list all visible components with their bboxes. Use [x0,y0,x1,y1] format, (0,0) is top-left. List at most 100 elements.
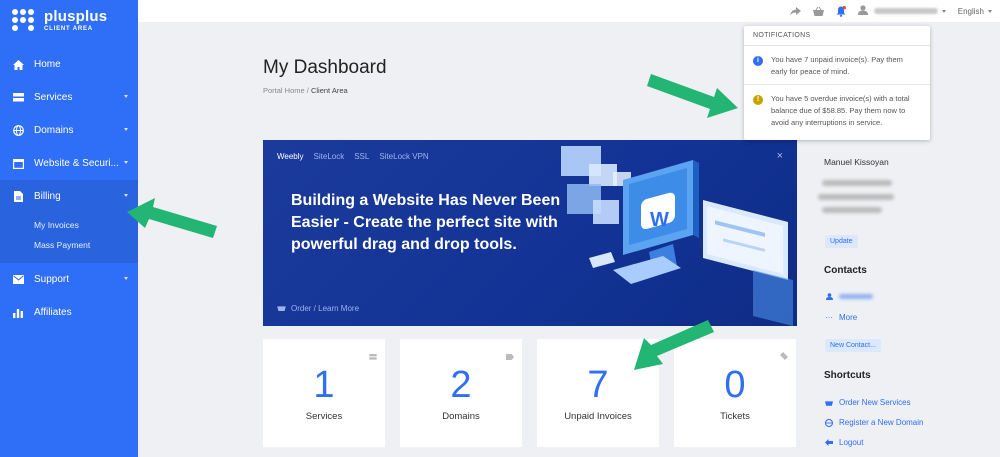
language-label: English [957,6,984,16]
window-icon [12,158,24,170]
sidebar-item-services[interactable]: Services [0,81,138,114]
sidebar-item-label: Billing [34,191,61,202]
sidebar-item-website-security[interactable]: Website & Securi... [0,147,138,180]
basket-icon [277,304,286,313]
banner-tab-sitelock-vpn[interactable]: SiteLock VPN [379,152,428,161]
shortcut-logout[interactable]: Logout [824,438,863,447]
redacted-address-line [822,180,892,186]
banner-heading: Building a Website Has Never Been Easier… [291,192,561,253]
top-bar: English [138,0,1000,22]
user-menu[interactable] [857,5,946,17]
page-title: My Dashboard [263,57,387,78]
annotation-arrow-left [127,198,217,238]
sidebar: plusplus CLIENT AREA Home Services Domai… [0,0,138,457]
notification-bell-icon[interactable] [836,5,846,17]
globe-icon [12,125,24,137]
more-contacts-link[interactable]: ··· More [824,313,857,322]
sidebar-item-home[interactable]: Home [0,48,138,81]
shortcut-register-domain[interactable]: Register a New Domain [824,418,923,427]
chevron-down-icon [941,9,946,13]
annotation-arrow-down [634,320,714,370]
warning-icon: ! [753,95,763,105]
billing-submenu: My Invoices Mass Payment [0,213,138,263]
redacted-address-line [818,194,894,200]
shortcut-label: Register a New Domain [839,418,924,427]
user-icon [824,293,834,300]
tag-icon [506,347,514,365]
breadcrumb-separator: / [306,86,309,95]
bar-chart-icon [12,307,24,319]
notification-text: You have 5 overdue invoice(s) with a tot… [771,94,910,127]
share-icon[interactable] [789,6,801,16]
sidebar-item-billing[interactable]: Billing [0,180,138,213]
shortcut-order-new-services[interactable]: Order New Services [824,398,911,407]
sidebar-item-label: Domains [34,125,74,136]
stat-card-domains[interactable]: 2 Domains [400,339,522,447]
banner-tabs: Weebly SiteLock SSL SiteLock VPN [277,152,439,161]
submenu-item-mass-payment[interactable]: Mass Payment [0,235,138,255]
sidebar-item-label: Services [34,92,73,103]
ticket-icon [780,347,788,365]
banner-tab-weebly[interactable]: Weebly [277,152,304,161]
shortcut-label: Logout [839,438,864,447]
stat-label: Unpaid Invoices [564,411,632,422]
breadcrumb: Portal Home / Client Area [263,86,348,95]
chevron-down-icon [124,95,128,98]
sidebar-item-domains[interactable]: Domains [0,114,138,147]
stat-value: 1 [313,364,335,406]
ellipsis-icon: ··· [825,313,833,322]
notification-text: You have 7 unpaid invoice(s). Pay them e… [771,55,903,76]
chevron-down-icon [124,277,128,280]
logo-icon [12,9,38,31]
sidebar-item-affiliates[interactable]: Affiliates [0,296,138,329]
notification-item[interactable]: i You have 7 unpaid invoice(s). Pay them… [744,46,930,84]
sidebar-item-label: Home [34,59,61,70]
sidebar-item-support[interactable]: Support [0,263,138,296]
language-selector[interactable]: English [958,7,992,16]
user-icon [857,5,868,17]
stat-label: Domains [442,411,480,422]
breadcrumb-home-link[interactable]: Portal Home [263,86,305,95]
basket-icon[interactable] [812,6,824,16]
stat-label: Tickets [720,411,750,422]
notifications-dropdown: NOTIFICATIONS i You have 7 unpaid invoic… [744,26,930,140]
banner-link-label: Order / Learn More [291,304,360,313]
update-button[interactable]: Update [825,235,858,248]
banner-tab-sitelock[interactable]: SiteLock [314,152,345,161]
logout-icon [824,439,834,446]
notification-item[interactable]: ! You have 5 overdue invoice(s) with a t… [744,84,930,135]
banner-order-link[interactable]: Order / Learn More [277,304,359,313]
sidebar-item-label: Support [34,274,70,285]
mail-icon [12,274,24,286]
sidebar-item-label: Website & Securi... [34,158,119,169]
brand-logo[interactable]: plusplus CLIENT AREA [0,0,138,40]
server-icon [369,347,377,365]
more-label: More [839,313,858,322]
server-icon [12,92,24,104]
info-icon: i [753,56,763,66]
submenu-item-my-invoices[interactable]: My Invoices [0,215,138,235]
chevron-down-icon [124,128,128,131]
redacted-contact-name [839,294,873,299]
svg-text:W: W [650,209,669,231]
sidebar-item-label: Affiliates [34,307,72,318]
new-contact-button[interactable]: New Contact... [825,339,881,352]
globe-icon [824,418,834,427]
stat-value: 2 [450,364,472,406]
sidebar-nav: Home Services Domains Website & Securi..… [0,48,138,329]
banner-tab-ssl[interactable]: SSL [354,152,369,161]
weebly-illustration: W [561,146,793,326]
promo-banner: Weebly SiteLock SSL SiteLock VPN × Build… [263,140,797,326]
shortcuts-heading: Shortcuts [824,370,871,381]
basket-icon [824,399,834,406]
stat-card-services[interactable]: 1 Services [263,339,385,447]
redacted-username [873,8,938,14]
stat-label: Services [305,411,343,422]
shortcut-label: Order New Services [839,398,911,407]
notifications-heading: NOTIFICATIONS [744,26,930,46]
chevron-down-icon [988,9,992,13]
chevron-down-icon [124,161,128,164]
contact-item[interactable] [824,293,873,300]
account-name: Manuel Kissoyan [824,157,889,167]
contacts-heading: Contacts [824,265,867,276]
